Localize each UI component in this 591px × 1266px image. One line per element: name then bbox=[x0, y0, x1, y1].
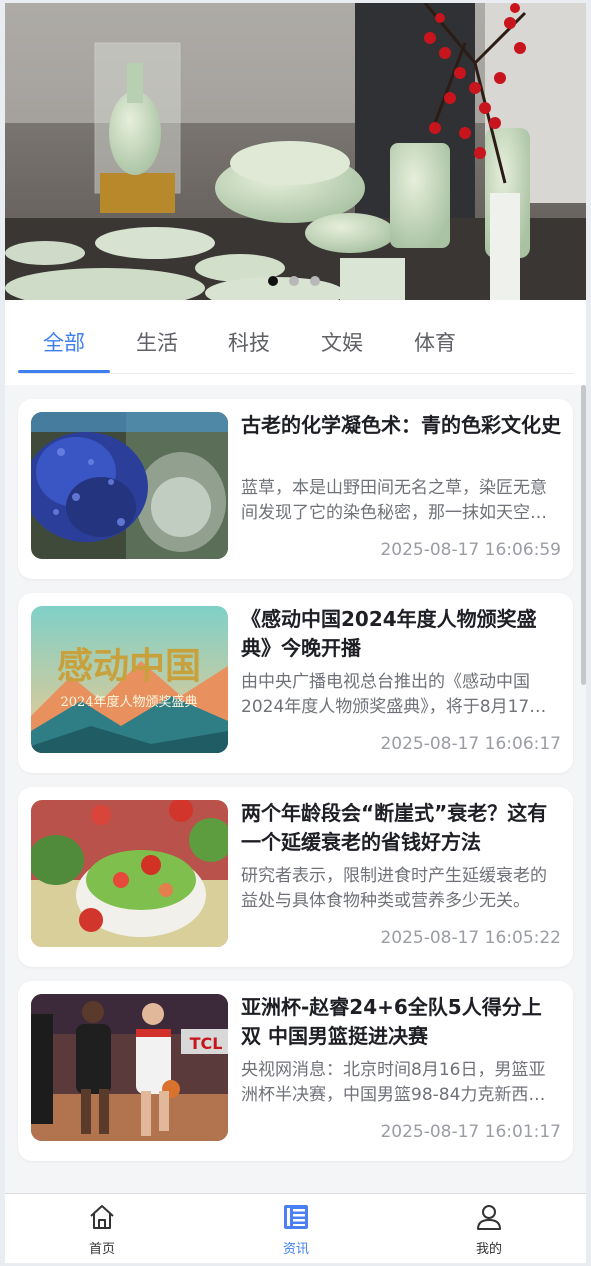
bottom-nav: 首页 资讯 我的 bbox=[5, 1193, 586, 1263]
article-thumbnail: 感动中国 2024年度人物颁奖盛典 bbox=[31, 606, 228, 753]
article-title: 亚洲杯-赵睿24+6全队5人得分上双 中国男篮挺进决赛 bbox=[241, 995, 542, 1048]
article-summary: 研究者表示，限制进食时产生延缓衰老的益处与具体食物种类或营养多少无关。 bbox=[241, 866, 547, 911]
user-icon bbox=[477, 1205, 501, 1230]
tab-sports[interactable]: 体育 bbox=[389, 300, 481, 372]
poster-subtitle: 2024年度人物颁奖盛典 bbox=[60, 694, 197, 710]
poster-title: 感动中国 bbox=[57, 645, 201, 687]
carousel-dot[interactable] bbox=[268, 276, 278, 286]
svg-text:TCL: TCL bbox=[190, 1034, 223, 1053]
nav-home-label: 首页 bbox=[88, 1242, 115, 1257]
article-time: 2025-08-17 16:06:59 bbox=[380, 540, 561, 560]
active-tab-indicator bbox=[18, 370, 110, 373]
article-time: 2025-08-17 16:01:17 bbox=[380, 1122, 561, 1142]
news-icon bbox=[284, 1205, 308, 1229]
article-thumbnail bbox=[31, 412, 228, 559]
nav-profile-label: 我的 bbox=[475, 1242, 502, 1257]
article-card[interactable]: 感动中国 2024年度人物颁奖盛典 《感动中国2024年度人物颁奖盛典》今晚开播… bbox=[18, 593, 573, 773]
article-title: 古老的化学凝色术：青的色彩文化史 bbox=[241, 413, 561, 437]
article-time: 2025-08-17 16:06:17 bbox=[380, 734, 561, 754]
article-thumbnail bbox=[31, 800, 228, 947]
nav-news-label: 资讯 bbox=[282, 1242, 309, 1257]
article-time: 2025-08-17 16:05:22 bbox=[380, 928, 561, 948]
article-title: 两个年龄段会“断崖式”衰老？这有一个延缓衰老的省钱好方法 bbox=[241, 801, 548, 854]
salad-photo bbox=[31, 800, 228, 947]
tab-entertainment[interactable]: 文娱 bbox=[296, 300, 388, 372]
nav-news[interactable]: 资讯 bbox=[236, 1194, 356, 1263]
tab-life[interactable]: 生活 bbox=[111, 300, 203, 372]
carousel-dot[interactable] bbox=[289, 276, 299, 286]
article-card[interactable]: 两个年龄段会“断崖式”衰老？这有一个延缓衰老的省钱好方法 研究者表示，限制进食时… bbox=[18, 787, 573, 967]
blue-dye-photo bbox=[31, 412, 228, 559]
celadon-porcelain-photo bbox=[5, 3, 586, 300]
tab-tech[interactable]: 科技 bbox=[203, 300, 295, 372]
category-tabs: 全部 生活 科技 文娱 体育 bbox=[5, 300, 586, 385]
article-card[interactable]: 古老的化学凝色术：青的色彩文化史 蓝草，本是山野田间无名之草，染匠无意间发现了它… bbox=[18, 399, 573, 579]
touching-china-poster: 感动中国 2024年度人物颁奖盛典 bbox=[31, 606, 228, 753]
basketball-photo: TCL bbox=[31, 994, 228, 1141]
nav-profile[interactable]: 我的 bbox=[429, 1194, 549, 1263]
carousel-indicator bbox=[268, 276, 320, 286]
article-list[interactable]: 古老的化学凝色术：青的色彩文化史 蓝草，本是山野田间无名之草，染匠无意间发现了它… bbox=[5, 385, 586, 1193]
article-card[interactable]: TCL 亚洲杯-赵睿24+6全队5人得分上双 中国男篮挺进决赛 央视网消息：北京 bbox=[18, 981, 573, 1161]
carousel-dot[interactable] bbox=[310, 276, 320, 286]
article-thumbnail: TCL bbox=[31, 994, 228, 1141]
article-title: 《感动中国2024年度人物颁奖盛典》今晚开播 bbox=[241, 607, 537, 660]
app-frame: 全部 生活 科技 文娱 体育 古老的化学凝色术：青的色彩文化史 蓝草，本是山野田… bbox=[5, 3, 586, 1263]
list-scrollbar[interactable] bbox=[581, 385, 586, 685]
article-summary: 央视网消息：北京时间8月16日，男篮亚洲杯半决赛，中国男篮98-84力克新西兰队… bbox=[241, 1060, 546, 1105]
home-icon bbox=[90, 1205, 114, 1229]
nav-home[interactable]: 首页 bbox=[42, 1194, 162, 1263]
tabs-row: 全部 生活 科技 文娱 体育 bbox=[18, 300, 573, 374]
tab-all[interactable]: 全部 bbox=[18, 300, 110, 372]
article-summary: 由中央广播电视总台推出的《感动中国2024年度人物颁奖盛典》，将于8月17日晚播… bbox=[241, 672, 547, 717]
article-summary: 蓝草，本是山野田间无名之草，染匠无意间发现了它的染色秘密，那一抹如天空般纯净的蓝… bbox=[241, 478, 547, 523]
banner-carousel[interactable] bbox=[5, 3, 586, 300]
